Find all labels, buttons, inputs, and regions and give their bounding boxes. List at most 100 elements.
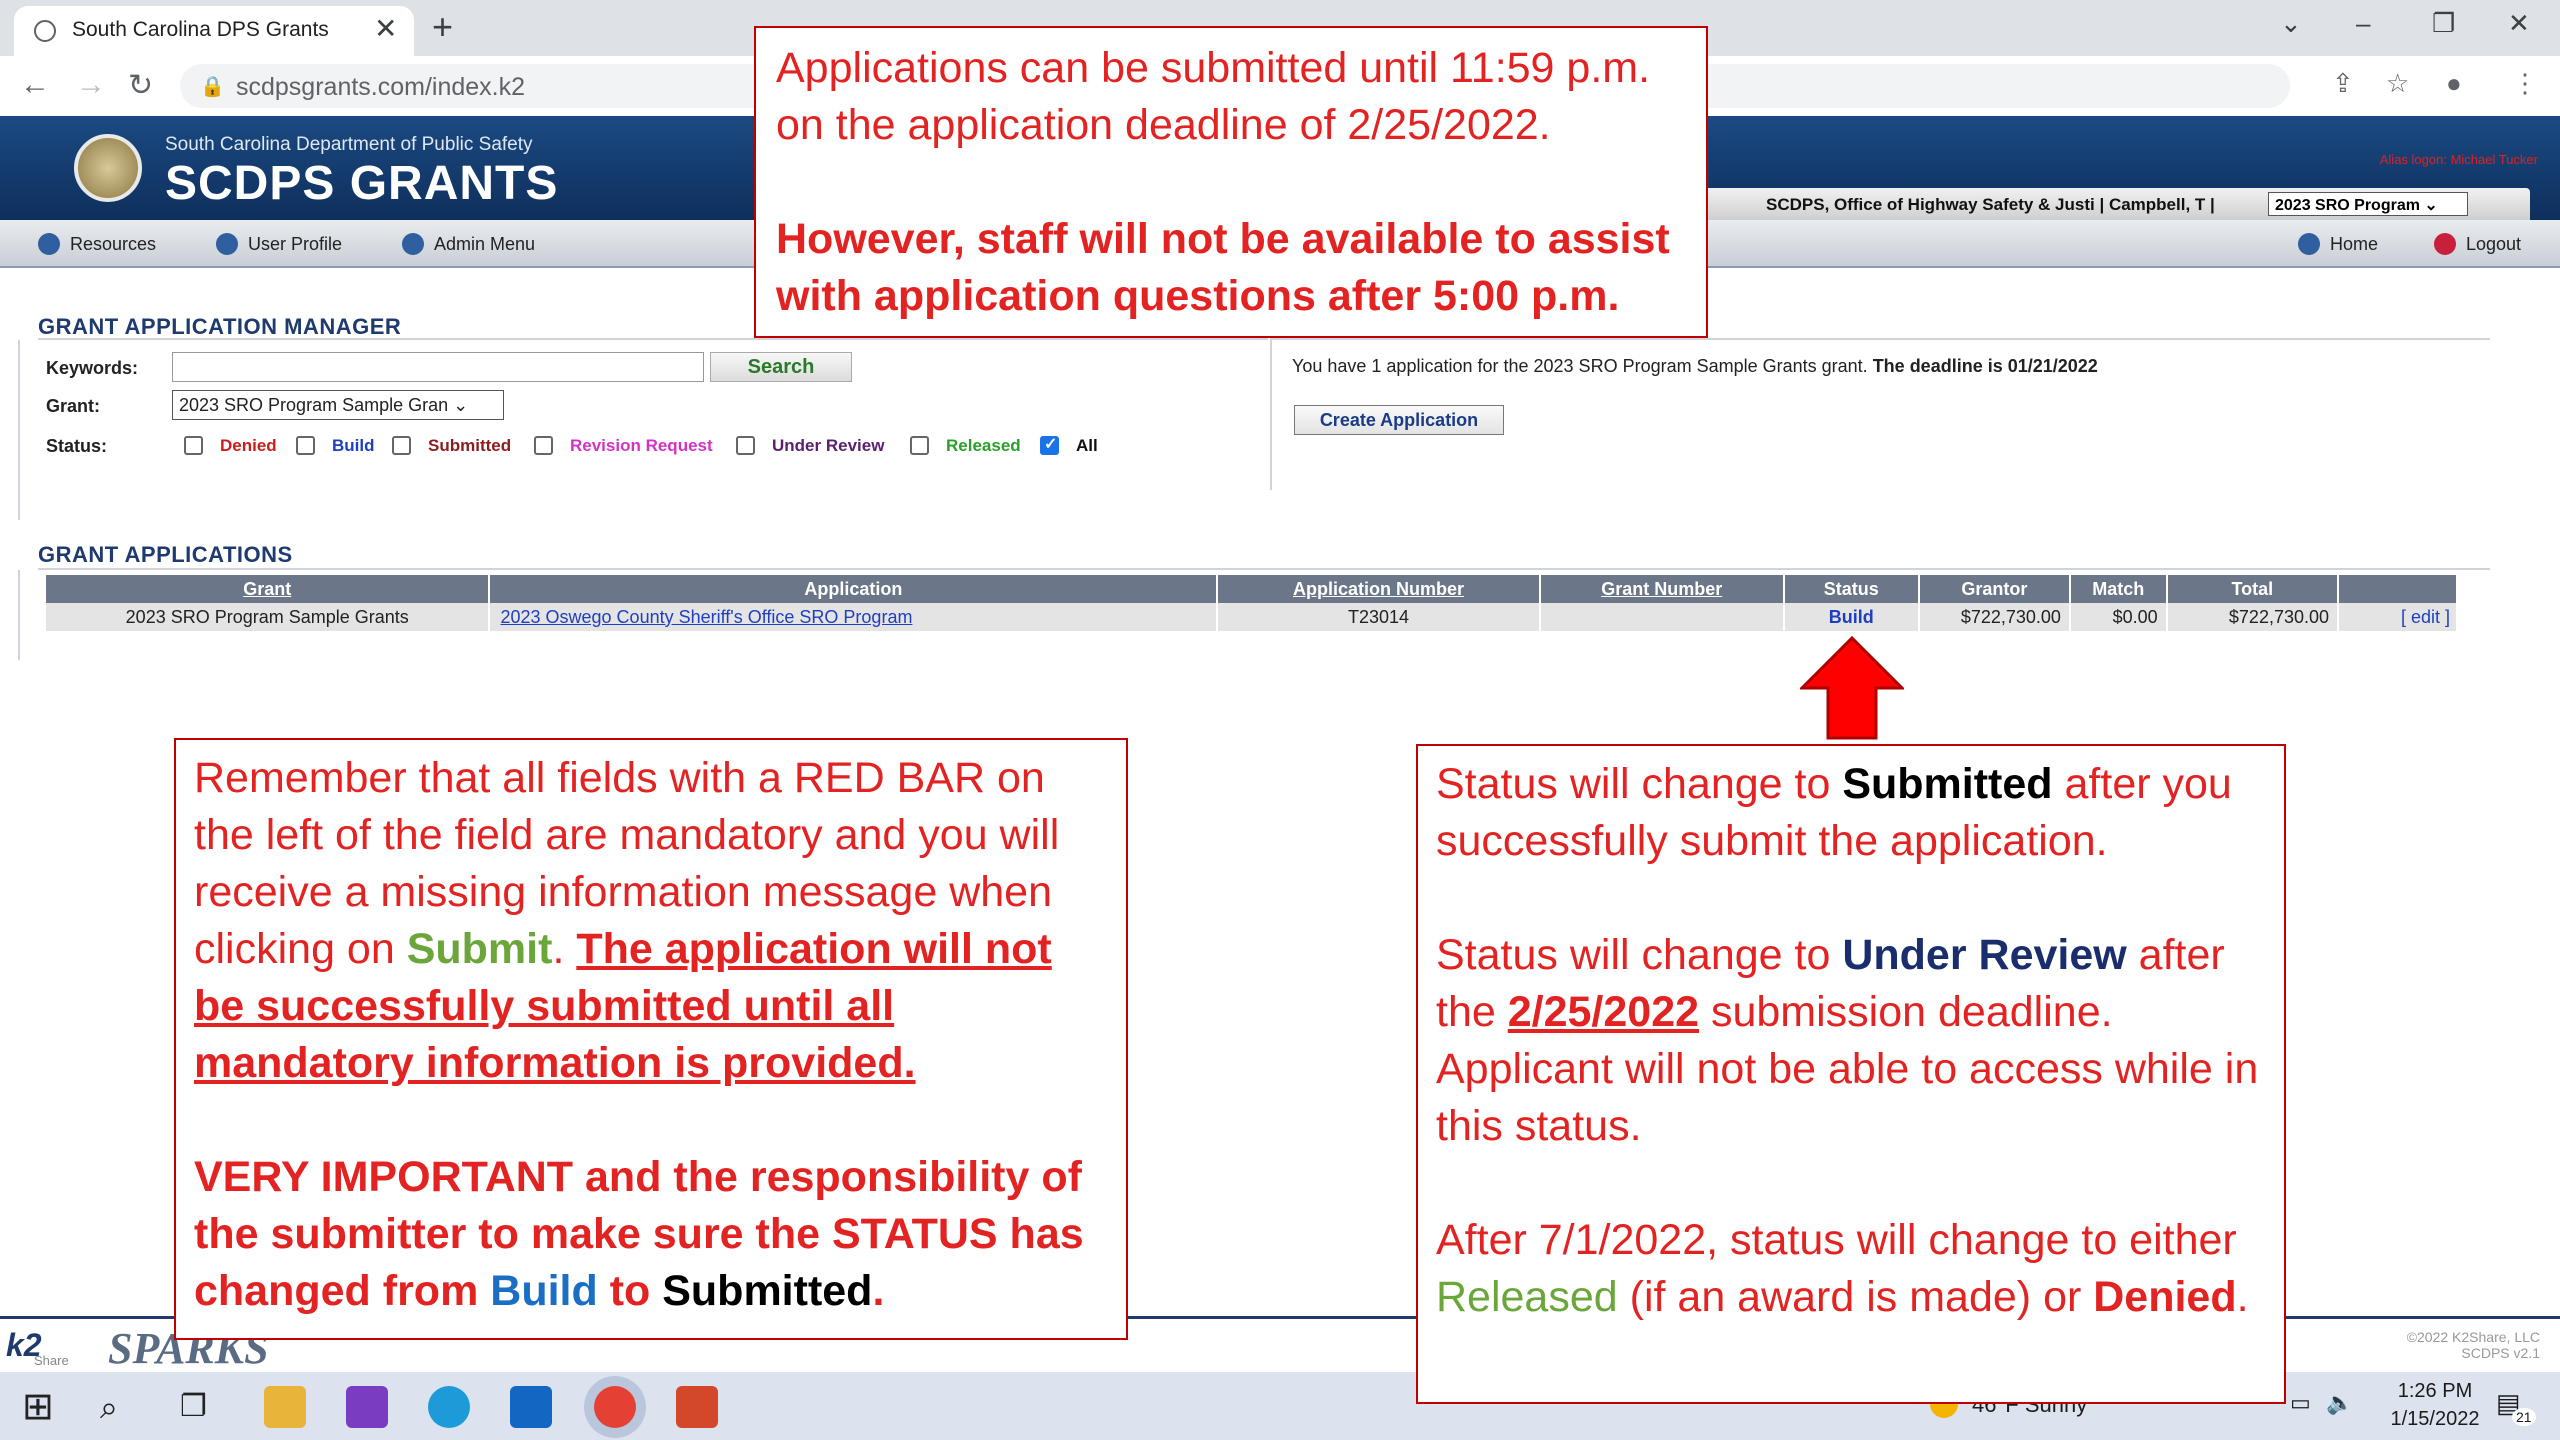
keywords-input[interactable] (172, 352, 704, 382)
callout-paragraph: Remember that all fields with a RED BAR … (194, 750, 1108, 1092)
department-name: South Carolina Department of Public Safe… (165, 134, 533, 155)
menu-user-profile-label: User Profile (248, 234, 343, 254)
callout-text: Status will change to (1436, 760, 1843, 808)
lock-icon[interactable]: 🔒 (200, 74, 225, 99)
onenote-icon[interactable] (346, 1386, 388, 1428)
grant-select[interactable]: 2023 SRO Program Sample Gran ⌄ (172, 390, 504, 420)
menu-user-profile[interactable]: User Profile (216, 233, 343, 255)
menu-home-label: Home (2330, 234, 2379, 254)
bookmark-star-icon[interactable]: ☆ (2386, 68, 2409, 99)
manager-title: GRANT APPLICATION MANAGER (38, 314, 402, 339)
section-divider (38, 338, 1268, 340)
copyright-line: ©2022 K2Share, LLC (2406, 1329, 2540, 1345)
share-icon[interactable]: ⇪ (2332, 68, 2354, 99)
menu-home[interactable]: Home (2298, 233, 2379, 255)
powerpoint-icon[interactable] (676, 1386, 718, 1428)
edit-link[interactable]: [ edit ] (2338, 603, 2458, 631)
status-submitted-label: Submitted (428, 436, 512, 455)
grant-info: You have 1 application for the 2023 SRO … (1292, 356, 2098, 377)
profile-icon[interactable]: ● (2446, 68, 2462, 99)
status-all-checkbox[interactable] (1040, 434, 1059, 455)
callout-text: . (2236, 1273, 2249, 1321)
col-status: Status (1783, 575, 1920, 603)
dps-seal-logo (74, 134, 142, 202)
section-divider (1270, 338, 2490, 340)
cell-grant: 2023 SRO Program Sample Grants (46, 603, 491, 631)
grant-info-text: You have 1 application for the 2023 SRO … (1292, 356, 1868, 376)
minimize-icon[interactable]: – (2356, 8, 2370, 39)
file-explorer-icon[interactable] (264, 1386, 306, 1428)
status-under-review-label: Under Review (772, 436, 885, 455)
panel-border (18, 340, 20, 520)
callout-top-line: However, staff will not be available to … (776, 215, 1670, 263)
search-icon[interactable]: ⌕ (100, 1386, 142, 1428)
submitted-word: Submitted (662, 1267, 873, 1315)
under-review-word: Under Review (1842, 931, 2127, 979)
callout-paragraph: Status will change to Submitted after yo… (1436, 756, 2266, 870)
menu-logout-label: Logout (2466, 234, 2522, 254)
close-window-icon[interactable]: ✕ (2508, 8, 2530, 39)
outlook-icon[interactable] (510, 1386, 552, 1428)
battery-icon[interactable]: ▭ (2290, 1390, 2311, 1416)
status-denied-checkbox[interactable] (184, 436, 203, 455)
status-all-label: All (1076, 436, 1098, 455)
application-link[interactable]: 2023 Oswego County Sheriff's Office SRO … (489, 603, 1219, 631)
program-select[interactable]: 2023 SRO Program ⌄ (2268, 192, 2468, 216)
organization-text: SCDPS, Office of Highway Safety & Justi … (1766, 195, 2215, 214)
grant-deadline: The deadline is 01/21/2022 (1872, 356, 2098, 376)
status-build-checkbox[interactable] (296, 436, 315, 455)
section-divider (38, 568, 2490, 570)
status-submitted-checkbox[interactable] (392, 436, 411, 455)
back-icon[interactable]: ← (20, 68, 50, 102)
table-row: 2023 SRO Program Sample Grants 2023 Oswe… (46, 603, 2458, 631)
new-tab-button[interactable]: + (432, 6, 453, 48)
submit-word: Submit (406, 925, 553, 973)
edge-icon[interactable] (428, 1386, 470, 1428)
col-actions (2338, 575, 2458, 603)
cell-app-number: T23014 (1217, 603, 1541, 631)
status-revision-checkbox[interactable] (534, 436, 553, 455)
restore-icon[interactable]: ❐ (2432, 8, 2455, 39)
windows-start-icon[interactable]: ⊞ (22, 1386, 64, 1428)
red-arrow-up-icon (1800, 636, 1904, 740)
menu-icon[interactable]: ⋮ (2512, 68, 2538, 99)
status-released-checkbox[interactable] (910, 436, 929, 455)
status-revision-label: Revision Request (570, 436, 713, 455)
url-text[interactable]: scdpsgrants.com/index.k2 (236, 73, 525, 102)
submitted-word: Submitted (1842, 760, 2053, 808)
col-grant[interactable]: Grant (46, 575, 491, 603)
col-grant-number[interactable]: Grant Number (1539, 575, 1785, 603)
forward-icon[interactable]: → (76, 68, 106, 102)
menu-logout[interactable]: Logout (2434, 233, 2522, 255)
status-under-review-checkbox[interactable] (736, 436, 755, 455)
col-total: Total (2166, 575, 2340, 603)
notifications-badge[interactable]: 21 (2512, 1408, 2536, 1426)
cell-status: Build (1783, 603, 1920, 631)
col-app-number[interactable]: Application Number (1217, 575, 1541, 603)
version-line: SCDPS v2.1 (2461, 1345, 2540, 1361)
alias-logon: Alias logon: Michael Tucker (2379, 152, 2538, 167)
globe-icon (34, 20, 56, 42)
denied-word: Denied (2093, 1273, 2237, 1321)
tab-search-icon[interactable]: ⌄ (2280, 8, 2302, 39)
callout-text: Status will change to (1436, 931, 1843, 979)
callout-status-changes: Status will change to Submitted after yo… (1416, 744, 2286, 1404)
search-button[interactable]: Search (710, 352, 852, 382)
status-denied-label: Denied (220, 436, 277, 455)
close-tab-icon[interactable]: ✕ (374, 12, 397, 45)
create-application-button[interactable]: Create Application (1294, 405, 1504, 435)
clock-date[interactable]: 1/15/2022 (2380, 1408, 2490, 1431)
col-application: Application (489, 575, 1219, 603)
task-view-icon[interactable]: ❐ (180, 1386, 222, 1428)
reload-icon[interactable]: ↻ (128, 68, 153, 103)
browser-tab[interactable]: South Carolina DPS Grants ✕ (14, 6, 414, 56)
volume-icon[interactable]: 🔈 (2326, 1390, 2353, 1416)
clock-time[interactable]: 1:26 PM (2380, 1380, 2490, 1403)
tab-title: South Carolina DPS Grants (72, 18, 329, 41)
callout-gap (776, 154, 1686, 211)
menu-resources[interactable]: Resources (38, 233, 156, 255)
status-released-label: Released (946, 436, 1021, 455)
menu-admin[interactable]: Admin Menu (402, 233, 535, 255)
chrome-icon[interactable] (594, 1386, 636, 1428)
callout-text: . (872, 1267, 885, 1315)
